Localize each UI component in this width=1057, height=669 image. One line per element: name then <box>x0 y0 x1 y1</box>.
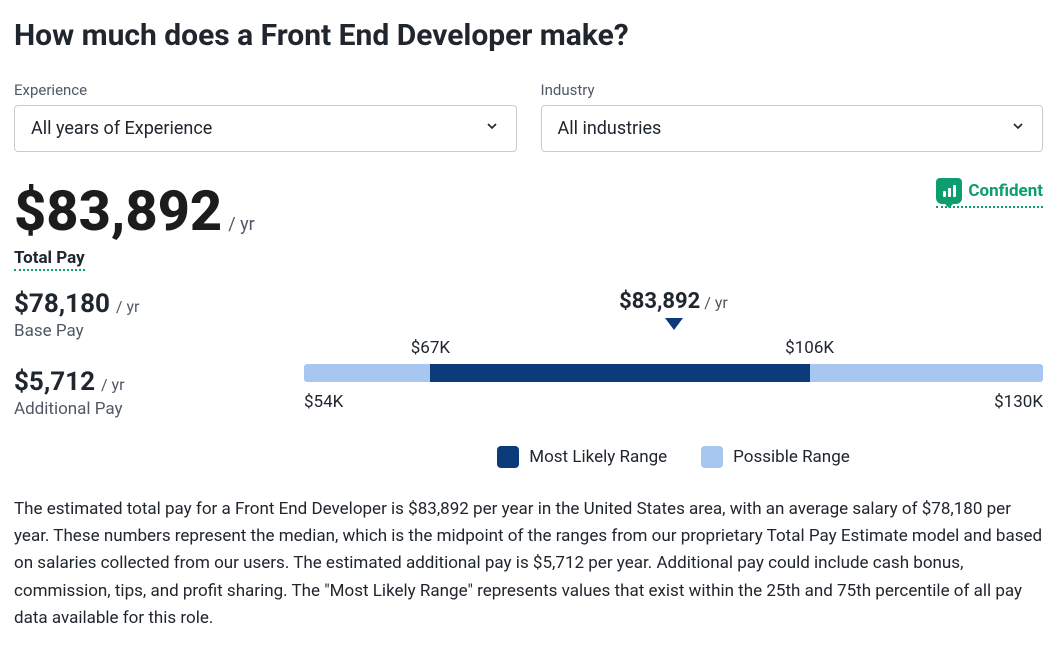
possible-min-label: $54K <box>304 392 343 412</box>
base-pay-per: / yr <box>116 297 140 316</box>
chevron-down-icon <box>1010 118 1026 139</box>
chart-legend: Most Likely Range Possible Range <box>304 446 1043 468</box>
legend-possible: Possible Range <box>701 446 850 468</box>
legend-likely-label: Most Likely Range <box>529 447 667 467</box>
industry-selected: All industries <box>558 118 662 139</box>
industry-dropdown[interactable]: All industries <box>541 105 1044 152</box>
base-pay-block: $78,180 / yr Base Pay <box>14 289 264 341</box>
chevron-down-icon <box>484 118 500 139</box>
pointer-per: / yr <box>704 293 728 312</box>
additional-pay-block: $5,712 / yr Additional Pay <box>14 367 264 419</box>
experience-filter: Experience All years of Experience <box>14 81 517 152</box>
filter-row: Experience All years of Experience Indus… <box>14 81 1043 152</box>
total-pay-per: / yr <box>228 214 255 235</box>
base-pay-amount: $78,180 <box>14 289 110 319</box>
legend-likely: Most Likely Range <box>497 446 667 468</box>
caret-down-icon <box>665 318 683 330</box>
additional-pay-label: Additional Pay <box>14 399 264 419</box>
pointer-amount: $83,892 <box>619 289 700 314</box>
swatch-icon <box>701 446 723 468</box>
possible-max-label: $130K <box>994 392 1043 412</box>
description-text: The estimated total pay for a Front End … <box>14 496 1043 632</box>
additional-pay-amount: $5,712 <box>14 367 95 397</box>
bars-icon <box>936 178 962 204</box>
industry-filter: Industry All industries <box>541 81 1044 152</box>
experience-selected: All years of Experience <box>31 118 212 139</box>
base-pay-label: Base Pay <box>14 321 264 341</box>
swatch-icon <box>497 446 519 468</box>
confidence-badge[interactable]: Confident <box>936 178 1043 208</box>
additional-pay-per: / yr <box>101 375 125 394</box>
likely-min-label: $67K <box>411 338 450 358</box>
experience-label: Experience <box>14 81 517 99</box>
likely-range-bar <box>430 364 809 382</box>
likely-max-label: $106K <box>785 338 834 358</box>
total-pay-label[interactable]: Total Pay <box>14 248 85 271</box>
total-pay-amount: $83,892 <box>14 178 222 244</box>
page-title: How much does a Front End Developer make… <box>14 18 1043 53</box>
industry-label: Industry <box>541 81 1044 99</box>
experience-dropdown[interactable]: All years of Experience <box>14 105 517 152</box>
total-pay-block: $83,892 / yr Total Pay <box>14 178 255 271</box>
legend-possible-label: Possible Range <box>733 447 850 467</box>
confidence-text: Confident <box>968 181 1043 201</box>
salary-range-chart: $83,892 / yr $67K $106K $54K $130K Most … <box>304 289 1043 468</box>
